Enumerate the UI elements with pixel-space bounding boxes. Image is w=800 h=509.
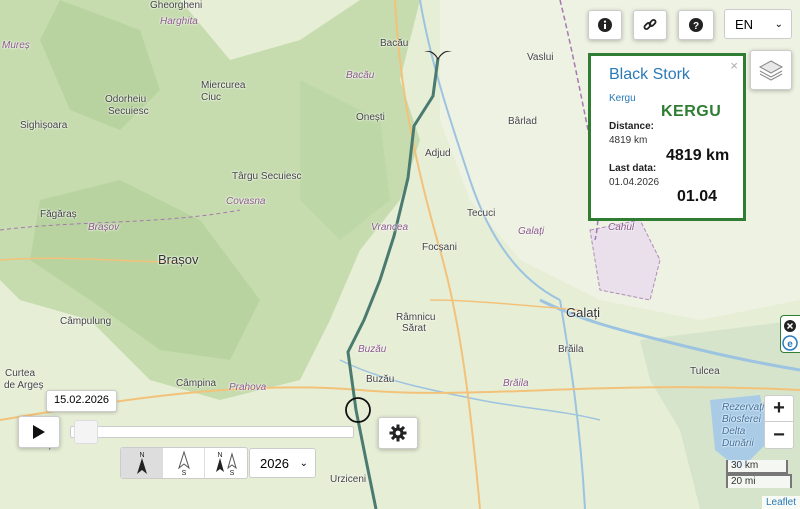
place-label: Buzău <box>366 374 395 385</box>
place-label: Brăila <box>503 378 529 389</box>
gear-icon <box>389 424 407 442</box>
help-icon: ? <box>689 18 703 32</box>
place-label: Urziceni <box>330 474 367 485</box>
play-button[interactable] <box>18 416 60 448</box>
lastdata-value: 01.04.2026 <box>609 177 660 188</box>
place-label: Galați <box>518 226 545 237</box>
svg-text:N: N <box>139 452 144 459</box>
place-label: Secuiesc <box>108 106 149 117</box>
direction-north-button[interactable]: N <box>121 448 163 478</box>
place-label: Făgăraș <box>40 209 77 220</box>
close-icon[interactable]: × <box>730 58 738 73</box>
place-label: Sighișoara <box>20 120 68 131</box>
place-label: Sărat <box>402 323 426 334</box>
direction-south-button[interactable]: S <box>163 448 205 478</box>
place-label: Tulcea <box>690 366 720 377</box>
place-label: Brașov <box>158 252 199 267</box>
place-label: Gheorgheni <box>150 0 203 11</box>
close-circle-icon: e <box>782 320 798 351</box>
north-arrow-icon: N <box>136 452 147 474</box>
lastdata-big: 01.04 <box>677 188 718 205</box>
place-label: de Argeș <box>4 380 44 391</box>
language-select[interactable]: EN ⌄ <box>724 9 792 39</box>
place-label: Onești <box>356 112 385 123</box>
info-icon <box>598 18 612 32</box>
place-label: Rezervația <box>722 402 770 413</box>
svg-text:?: ? <box>693 21 699 32</box>
direction-toggle-group: N S N S <box>120 447 248 479</box>
place-label: Buzău <box>358 344 387 355</box>
chevron-down-icon: ⌄ <box>774 18 783 30</box>
place-label: Vrancea <box>371 222 409 233</box>
timeline-date-tooltip: 15.02.2026 <box>46 390 118 412</box>
place-label: Bârlad <box>508 116 537 127</box>
place-label: Odorheiu <box>105 94 147 105</box>
place-label: Cahul <box>608 222 635 233</box>
distance-label: Distance: <box>609 121 655 132</box>
timeline-slider[interactable] <box>70 426 354 438</box>
place-label: Covasna <box>226 196 266 207</box>
place-label: Focșani <box>422 242 458 253</box>
svg-text:N: N <box>217 452 222 459</box>
side-panel-tab[interactable]: e <box>780 315 800 353</box>
place-label: Biosferei <box>722 414 761 425</box>
place-label: Câmpina <box>176 378 217 389</box>
help-button[interactable]: ? <box>678 10 714 40</box>
north-south-icon: N S <box>216 452 237 476</box>
scale-bar-mi: 20 mi <box>726 474 792 488</box>
place-label: Prahova <box>229 382 267 393</box>
zoom-in-button[interactable]: + <box>765 396 793 422</box>
direction-both-button[interactable]: N S <box>205 448 247 478</box>
place-label: Bacău <box>346 70 375 81</box>
place-label: Câmpulung <box>60 316 112 327</box>
species-name[interactable]: Black Stork <box>609 66 725 84</box>
place-label: Curtea <box>5 368 36 379</box>
place-label: Miercurea <box>201 80 246 91</box>
leaflet-attribution[interactable]: Leaflet <box>761 496 800 509</box>
animal-name-badge: KERGU <box>661 103 722 120</box>
place-label: Târgu Secuiesc <box>232 171 302 182</box>
place-label: Tecuci <box>467 208 496 219</box>
zoom-out-button[interactable]: − <box>765 422 793 448</box>
place-label: Dunării <box>722 438 754 449</box>
svg-text:e: e <box>787 339 793 350</box>
year-value: 2026 <box>260 455 289 471</box>
svg-text:S: S <box>181 470 186 476</box>
timeline-slider-handle[interactable] <box>74 420 98 444</box>
place-label: Brăila <box>558 344 584 355</box>
language-value: EN <box>735 16 754 32</box>
place-label: Delta <box>722 426 746 437</box>
place-label: Harghita <box>160 16 198 27</box>
place-label: Adjud <box>425 148 451 159</box>
chevron-down-icon: ⌄ <box>299 457 308 469</box>
zoom-control: + − <box>764 395 794 449</box>
distance-value: 4819 km <box>609 135 648 146</box>
place-label: Galați <box>566 305 600 320</box>
play-icon <box>33 425 45 439</box>
layers-button[interactable] <box>750 50 792 90</box>
south-arrow-icon: S <box>177 450 190 476</box>
settings-button[interactable] <box>378 417 418 449</box>
place-label: Ciuc <box>201 92 222 103</box>
year-select[interactable]: 2026 ⌄ <box>249 448 316 478</box>
animal-info-card: Black Stork × Kergu KERGU Distance: 4819… <box>588 53 746 221</box>
place-label: Mureș <box>2 40 30 51</box>
svg-text:S: S <box>230 470 235 476</box>
link-icon <box>643 19 657 30</box>
info-button[interactable] <box>588 10 622 40</box>
place-label: Vaslui <box>527 52 554 63</box>
place-label: Bacău <box>380 38 409 49</box>
place-label: Râmnicu <box>396 312 436 323</box>
link-button[interactable] <box>633 10 667 40</box>
distance-big: 4819 km <box>666 147 730 164</box>
scale-bar-km: 30 km <box>726 460 788 474</box>
layers-icon <box>758 60 784 81</box>
place-label: Brașov <box>88 222 120 233</box>
